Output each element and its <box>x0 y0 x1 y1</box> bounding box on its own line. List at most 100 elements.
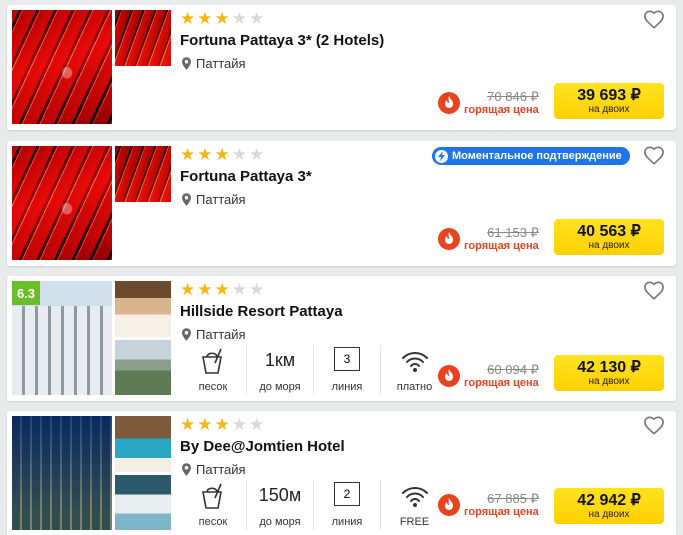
hot-price-label: горящая цена <box>464 506 539 518</box>
hotel-photo-main[interactable] <box>12 416 112 530</box>
feature-label: до моря <box>259 381 301 393</box>
location-pin-icon <box>182 57 191 70</box>
star-icon: ★ <box>214 280 230 299</box>
star-icon: ★ <box>180 145 196 164</box>
hotel-photo-thumb[interactable] <box>115 281 171 337</box>
star-rating: ★ ★ ★ ★ ★ <box>180 281 264 298</box>
favorite-heart-icon[interactable] <box>643 280 665 300</box>
star-icon: ★ <box>197 145 213 164</box>
location-pin-icon <box>182 193 191 206</box>
star-rating: ★ ★ ★ ★ ★ <box>180 10 264 27</box>
old-price: 60 094 ₽ <box>487 362 539 377</box>
price-note: на двоих <box>588 104 630 115</box>
star-icon: ★ <box>214 415 230 434</box>
hotel-features: песок 1км до моря 3 линия платно <box>180 345 448 395</box>
hotel-card[interactable]: 6.3 ★ ★ ★ ★ ★ Hillside Resort Pattaya Па… <box>7 276 676 401</box>
favorite-heart-icon[interactable] <box>643 415 665 435</box>
feature-label: песок <box>198 381 228 393</box>
location-label: Паттайя <box>196 327 246 342</box>
hotel-name[interactable]: Fortuna Pattaya 3* <box>180 168 312 185</box>
star-icon: ★ <box>180 280 196 299</box>
location-label: Паттайя <box>196 192 246 207</box>
hotel-card[interactable]: ★ ★ ★ ★ ★ Fortuna Pattaya 3* Паттайя Мом… <box>7 141 676 266</box>
star-icon: ★ <box>249 415 265 434</box>
hotel-name[interactable]: Hillside Resort Pattaya <box>180 303 343 320</box>
location-pin-icon <box>182 328 191 341</box>
star-icon: ★ <box>249 9 265 28</box>
location-pin-icon <box>182 463 191 476</box>
hot-price: 70 846 ₽ горящая цена <box>438 89 539 117</box>
price-note: на двоих <box>588 509 630 520</box>
line-number: 2 <box>334 482 360 506</box>
hot-price: 60 094 ₽ горящая цена <box>438 362 539 390</box>
hotel-photo-thumb[interactable] <box>115 475 171 530</box>
star-icon: ★ <box>214 145 230 164</box>
hotel-location: Паттайя <box>182 56 246 71</box>
instant-confirmation-badge: Моментальное подтверждение <box>432 147 630 165</box>
feature-label: платно <box>396 381 433 393</box>
hot-price-label: горящая цена <box>464 240 539 252</box>
price-button[interactable]: 42 130 ₽ на двоих <box>554 355 664 391</box>
hotel-card[interactable]: ★ ★ ★ ★ ★ Fortuna Pattaya 3* (2 Hotels) … <box>7 5 676 130</box>
star-icon: ★ <box>231 145 247 164</box>
feature-line: 2 линия <box>314 480 381 530</box>
price-amount: 40 563 ₽ <box>577 223 641 240</box>
sand-bucket-icon <box>202 483 222 509</box>
wifi-icon <box>401 352 428 372</box>
star-icon: ★ <box>249 280 265 299</box>
hotel-name[interactable]: By Dee@Jomtien Hotel <box>180 438 345 455</box>
hotel-photo-thumb[interactable] <box>115 10 171 66</box>
feature-label: линия <box>331 381 363 393</box>
price-button[interactable]: 40 563 ₽ на двоих <box>554 219 664 255</box>
star-icon: ★ <box>231 415 247 434</box>
old-price: 67 885 ₽ <box>487 491 539 506</box>
hotel-card[interactable]: ★ ★ ★ ★ ★ By Dee@Jomtien Hotel Паттайя п… <box>7 411 676 535</box>
star-icon: ★ <box>197 280 213 299</box>
location-label: Паттайя <box>196 56 246 71</box>
star-rating: ★ ★ ★ ★ ★ <box>180 416 264 433</box>
star-rating: ★ ★ ★ ★ ★ <box>180 146 264 163</box>
hotel-photo-main[interactable] <box>12 146 112 260</box>
flame-icon <box>438 228 460 250</box>
star-icon: ★ <box>231 9 247 28</box>
line-number: 3 <box>334 347 360 371</box>
star-icon: ★ <box>180 9 196 28</box>
old-price: 61 153 ₽ <box>487 225 539 240</box>
hotel-photo-thumb[interactable] <box>115 146 171 202</box>
hot-price-label: горящая цена <box>464 377 539 389</box>
favorite-heart-icon[interactable] <box>643 145 665 165</box>
price-amount: 39 693 ₽ <box>577 87 641 104</box>
hot-price-label: горящая цена <box>464 104 539 116</box>
hotel-location: Паттайя <box>182 192 246 207</box>
star-icon: ★ <box>180 415 196 434</box>
star-icon: ★ <box>197 415 213 434</box>
hotel-features: песок 150м до моря 2 линия FREE <box>180 480 448 530</box>
hotel-location: Паттайя <box>182 327 246 342</box>
feature-distance: 1км до моря <box>247 345 314 395</box>
favorite-heart-icon[interactable] <box>643 9 665 29</box>
rating-score-badge: 6.3 <box>12 281 40 305</box>
feature-distance: 150м до моря <box>247 480 314 530</box>
star-icon: ★ <box>249 145 265 164</box>
distance-value: 150м <box>258 485 302 505</box>
feature-beach: песок <box>180 480 247 530</box>
feature-label: до моря <box>259 516 301 528</box>
sand-bucket-icon <box>202 348 222 374</box>
hotel-photo-thumb[interactable] <box>115 416 171 472</box>
feature-label: песок <box>198 516 228 528</box>
price-button[interactable]: 42 942 ₽ на двоих <box>554 488 664 524</box>
flame-icon <box>438 92 460 114</box>
price-button[interactable]: 39 693 ₽ на двоих <box>554 83 664 119</box>
price-amount: 42 942 ₽ <box>577 492 641 509</box>
feature-label: FREE <box>399 516 430 528</box>
hotel-name[interactable]: Fortuna Pattaya 3* (2 Hotels) <box>180 32 384 49</box>
star-icon: ★ <box>214 9 230 28</box>
price-note: на двоих <box>588 240 630 251</box>
flame-icon <box>438 494 460 516</box>
old-price: 70 846 ₽ <box>487 89 539 104</box>
hotel-photo-thumb[interactable] <box>115 340 171 395</box>
location-label: Паттайя <box>196 462 246 477</box>
feature-line: 3 линия <box>314 345 381 395</box>
hotel-photo-main[interactable] <box>12 10 112 124</box>
price-amount: 42 130 ₽ <box>577 359 641 376</box>
